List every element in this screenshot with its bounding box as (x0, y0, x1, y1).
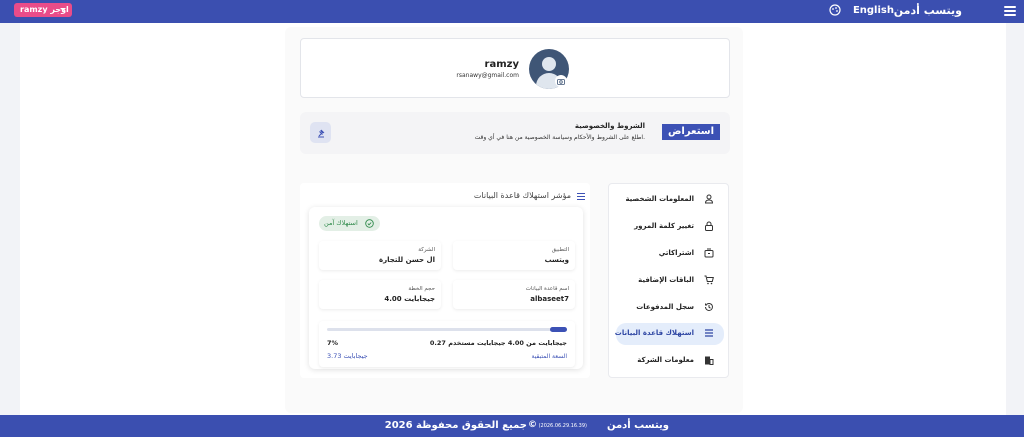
database-name-field: اسم قاعدة البيانات albaseet7 (453, 280, 575, 309)
sidebar-item-label: تغيير كلمة المرور (634, 222, 694, 230)
footer-version: (2026.06.29.16.39) (538, 423, 587, 429)
sidebar-item-payment-history[interactable]: سجل المدفوعات (616, 297, 724, 318)
terms-privacy-card: استعراض الشروط والخصوصية اطلع على الشروط… (300, 112, 730, 154)
view-terms-button[interactable]: استعراض (662, 124, 720, 140)
field-label: الشركة (418, 247, 435, 253)
field-label: اسم قاعدة البيانات (525, 286, 569, 292)
company-field: الشركة ال حسن للتجارة (319, 241, 441, 270)
palette-icon[interactable] (829, 4, 841, 16)
gavel-button[interactable] (310, 122, 331, 143)
remaining-label: السعة المتبقية (531, 353, 567, 360)
usage-percent: 7% (327, 339, 339, 347)
footer-brand: ويتسب أدمن (606, 420, 669, 431)
plan-size-field: حجم الخطة 4.00 جيجابايت (319, 280, 441, 309)
status-badge-label: استهلاك آمن (324, 219, 358, 227)
sidebar-item-label: الباقات الإضافية (638, 276, 694, 284)
footer-rights: جميع الحقوق محفوظة 2026 (384, 420, 527, 431)
field-value: ال حسن للتجارة (379, 256, 435, 264)
sidebar-item-label: معلومات الشركة (637, 356, 694, 364)
sidebar-item-label: اشتراكاتي (658, 249, 694, 257)
usage-progress-box: 0.27 جيجابايت من 4.00 جيجابايت مستخدم 7%… (319, 321, 575, 367)
sidebar-item-label: المعلومات الشخصية (625, 195, 694, 203)
subscription-icon (704, 248, 714, 258)
check-circle-icon (365, 219, 374, 228)
user-menu-button[interactable]: ramzy اوجر (14, 3, 72, 17)
top-navbar: ويتسب أدمن English ramzy اوجر (0, 0, 1024, 23)
gavel-icon (317, 129, 324, 137)
field-value: 4.00 جيجابايت (384, 295, 435, 303)
settings-sidebar: المعلومات الشخصية تغيير كلمة المرور اشتر… (608, 183, 729, 378)
terms-description: اطلع على الشروط والأحكام وسياسة الخصوصية… (474, 134, 645, 141)
sidebar-item-change-password[interactable]: تغيير كلمة المرور (616, 216, 724, 237)
usage-progress-fill (550, 327, 567, 332)
camera-icon[interactable] (555, 75, 567, 87)
app-brand[interactable]: ويتسب أدمن (894, 4, 962, 17)
person-icon (704, 194, 714, 204)
field-label: التطبيق (551, 247, 569, 253)
remaining-value: 3.73 جيجابايت (327, 352, 368, 360)
sidebar-item-addon-packages[interactable]: الباقات الإضافية (616, 270, 724, 291)
profile-name: ramzy (484, 59, 519, 70)
building-icon (705, 356, 714, 365)
usage-used-text: 0.27 جيجابايت من 4.00 جيجابايت مستخدم (429, 339, 567, 347)
language-switch[interactable]: English (853, 5, 894, 16)
profile-card: ramzy rsanawy@gmail.com (300, 38, 730, 98)
list-icon (705, 329, 713, 337)
field-value: ويتسب (544, 256, 569, 264)
sidebar-item-label: سجل المدفوعات (636, 303, 694, 311)
history-icon (705, 302, 713, 311)
terms-title: الشروط والخصوصية (574, 122, 645, 130)
sidebar-item-label: استهلاك قاعدة البيانات (614, 329, 694, 337)
app-field: التطبيق ويتسب (453, 241, 575, 270)
profile-email: rsanawy@gmail.com (456, 72, 519, 79)
usage-progress-bar (327, 327, 567, 332)
list-icon (577, 193, 585, 200)
chevron-down-icon (60, 8, 66, 11)
sidebar-item-company-info[interactable]: معلومات الشركة (616, 350, 724, 371)
field-value: albaseet7 (530, 295, 569, 303)
field-label: حجم الخطة (408, 286, 435, 292)
sidebar-item-subscriptions[interactable]: اشتراكاتي (616, 243, 724, 264)
copyright-symbol: © (528, 420, 537, 430)
sidebar-item-db-usage[interactable]: استهلاك قاعدة البيانات (614, 323, 724, 345)
lock-icon (705, 221, 713, 231)
hamburger-menu-icon[interactable] (1004, 6, 1016, 16)
cart-plus-icon (704, 275, 714, 285)
panel-title: مؤشر استهلاك قاعدة البيانات (473, 191, 571, 200)
footer: ويتسب أدمن (2026.06.29.16.39) © جميع الح… (0, 415, 1024, 437)
status-badge: استهلاك آمن (319, 216, 380, 231)
sidebar-item-personal-info[interactable]: المعلومات الشخصية (616, 189, 724, 210)
